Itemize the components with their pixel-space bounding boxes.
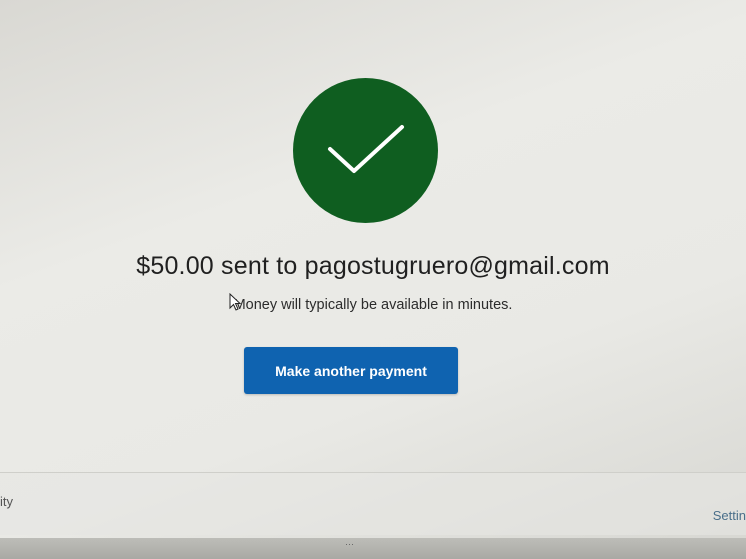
- resize-handle-icon: ⋯: [345, 539, 354, 549]
- success-checkmark-icon: [293, 78, 438, 223]
- make-another-payment-button[interactable]: Make another payment: [244, 347, 458, 394]
- footer-settings-link[interactable]: Settin: [713, 508, 746, 523]
- footer-bar: [0, 472, 746, 535]
- payment-confirmation-screen: $50.00 sent to pagostugruero@gmail.com M…: [0, 0, 746, 559]
- footer-activity-link[interactable]: ity: [0, 494, 13, 509]
- payment-sent-title: $50.00 sent to pagostugruero@gmail.com: [136, 252, 610, 280]
- availability-message: Money will typically be available in min…: [233, 297, 513, 313]
- window-bottom-edge: [0, 538, 746, 559]
- mouse-pointer-icon: [229, 293, 241, 311]
